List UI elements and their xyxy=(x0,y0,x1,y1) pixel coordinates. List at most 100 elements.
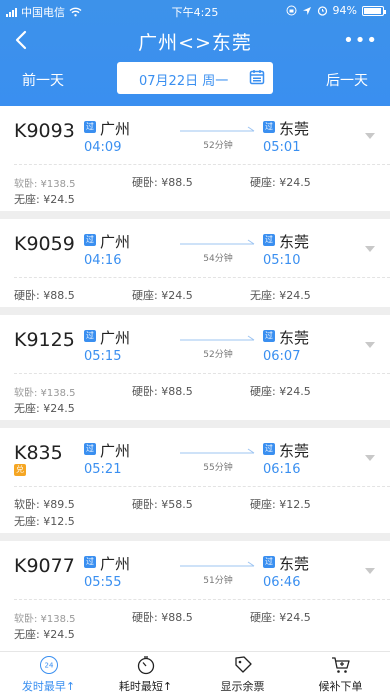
chevron-down-icon[interactable] xyxy=(364,245,376,253)
calendar-icon xyxy=(249,70,265,85)
from-station: 广州 xyxy=(100,233,131,251)
stopwatch-icon xyxy=(137,656,154,675)
next-day-button[interactable]: 后一天 xyxy=(326,70,368,90)
pass-tag: 过 xyxy=(263,443,275,455)
chevron-down-icon[interactable] xyxy=(364,567,376,575)
pass-tag: 过 xyxy=(84,121,96,133)
route-arrow-icon xyxy=(180,448,255,454)
status-bar: 中国电信 下午4:25 94% xyxy=(0,0,390,22)
pass-tag: 过 xyxy=(263,330,275,342)
price-item: 硬座: ¥12.5 xyxy=(250,498,311,511)
train-card[interactable]: K9077 过 广州 05:55 51分钟 过 东莞 06:46 软卧: ¥13… xyxy=(0,541,390,651)
price-item: 硬座: ¥24.5 xyxy=(250,385,311,398)
arrive-time: 05:10 xyxy=(263,253,301,268)
arrive-time: 06:46 xyxy=(263,575,301,590)
to-station: 东莞 xyxy=(279,442,310,460)
train-card[interactable]: K9093 过 广州 04:09 52分钟 过 东莞 05:01 软卧: ¥13… xyxy=(0,106,390,211)
clock-24-icon: 24 xyxy=(39,656,58,674)
route-arrow-icon xyxy=(180,335,255,341)
duration: 52分钟 xyxy=(203,350,233,360)
price-item: 硬卧: ¥58.5 xyxy=(132,498,193,511)
to-station: 东莞 xyxy=(279,233,310,251)
divider xyxy=(14,373,390,374)
train-number: K9077 xyxy=(14,555,75,577)
battery-icon xyxy=(362,5,386,16)
pass-tag: 过 xyxy=(84,234,96,246)
chevron-down-icon[interactable] xyxy=(364,132,376,140)
pass-tag: 过 xyxy=(84,556,96,568)
train-card[interactable]: K835 兑 过 广州 05:21 55分钟 过 东莞 06:16 软卧: ¥8… xyxy=(0,428,390,533)
to-station: 东莞 xyxy=(279,120,310,138)
duration: 52分钟 xyxy=(203,141,233,151)
train-card[interactable]: K9059 过 广州 04:16 54分钟 过 东莞 05:10 硬卧: ¥88… xyxy=(0,219,390,307)
duration: 55分钟 xyxy=(203,463,233,473)
tab-show-remaining[interactable]: 显示余票 xyxy=(194,652,291,694)
page-title: 广州<>东莞 xyxy=(138,32,252,54)
exchange-tag: 兑 xyxy=(14,464,26,476)
to-station: 东莞 xyxy=(279,555,310,573)
more-dots-icon[interactable]: ••• xyxy=(343,30,378,51)
tab-shortest-duration[interactable]: 耗时最短↑ xyxy=(97,652,194,694)
price-item: 硬卧: ¥88.5 xyxy=(14,289,75,302)
from-station: 广州 xyxy=(100,329,131,347)
duration: 51分钟 xyxy=(203,576,233,586)
train-number: K835 xyxy=(14,442,63,464)
lock-rotation-icon xyxy=(286,5,297,16)
chevron-down-icon[interactable] xyxy=(364,341,376,349)
depart-time: 05:15 xyxy=(84,349,122,364)
price-item: 硬座: ¥24.5 xyxy=(250,611,311,624)
depart-time: 05:55 xyxy=(84,575,122,590)
tab-depart-earliest[interactable]: 24 发时最早↑ xyxy=(0,652,97,694)
arrive-time: 05:01 xyxy=(263,140,301,155)
price-item: 硬卧: ¥88.5 xyxy=(132,611,193,624)
clock-24-label: 24 xyxy=(44,662,53,670)
price-item: 无座: ¥24.5 xyxy=(14,628,75,641)
arrive-time: 06:16 xyxy=(263,462,301,477)
pass-tag: 过 xyxy=(263,234,275,246)
from-station: 广州 xyxy=(100,120,131,138)
train-number: K9059 xyxy=(14,233,75,255)
price-item: 软卧: ¥138.5 xyxy=(14,614,76,625)
depart-time: 04:09 xyxy=(84,140,122,155)
price-item: 硬座: ¥24.5 xyxy=(132,289,193,302)
route-arrow-icon xyxy=(180,239,255,245)
from-station: 广州 xyxy=(100,555,131,573)
price-item: 无座: ¥24.5 xyxy=(14,402,75,415)
from-station: 广州 xyxy=(100,442,131,460)
date-picker[interactable]: 07月22日 周一 xyxy=(117,62,273,94)
bottom-tab-bar: 24 发时最早↑ 耗时最短↑ 显示余票 候补下单 xyxy=(0,651,390,694)
prev-day-button[interactable]: 前一天 xyxy=(22,70,64,90)
tab-waitlist-order[interactable]: 候补下单 xyxy=(292,652,389,694)
price-item: 硬卧: ¥88.5 xyxy=(132,176,193,189)
divider xyxy=(14,599,390,600)
location-icon xyxy=(302,6,311,15)
tab-label: 候补下单 xyxy=(318,680,363,693)
pass-tag: 过 xyxy=(263,556,275,568)
train-card[interactable]: K9125 过 广州 05:15 52分钟 过 东莞 06:07 软卧: ¥13… xyxy=(0,315,390,420)
tab-label: 发时最早↑ xyxy=(21,680,76,693)
tab-label: 显示余票 xyxy=(220,680,265,693)
depart-time: 04:16 xyxy=(84,253,122,268)
ticket-tag-icon xyxy=(234,656,252,673)
date-text: 07月22日 周一 xyxy=(139,74,229,89)
chevron-down-icon[interactable] xyxy=(364,454,376,462)
price-item: 软卧: ¥138.5 xyxy=(14,179,76,190)
train-number: K9093 xyxy=(14,120,75,142)
price-item: 无座: ¥24.5 xyxy=(250,289,311,302)
price-item: 软卧: ¥89.5 xyxy=(14,498,75,511)
tab-label: 耗时最短↑ xyxy=(118,680,173,693)
to-station: 东莞 xyxy=(279,329,310,347)
battery-percent: 94% xyxy=(332,4,357,17)
pass-tag: 过 xyxy=(263,121,275,133)
route-arrow-icon xyxy=(180,561,255,567)
route-arrow-icon xyxy=(180,126,255,132)
cart-add-icon xyxy=(331,657,350,673)
pass-tag: 过 xyxy=(84,443,96,455)
price-item: 无座: ¥24.5 xyxy=(14,193,75,206)
nav-bar: 广州<>东莞 ••• xyxy=(0,24,390,60)
price-item: 软卧: ¥138.5 xyxy=(14,388,76,399)
arrive-time: 06:07 xyxy=(263,349,301,364)
divider xyxy=(14,486,390,487)
train-number: K9125 xyxy=(14,329,75,351)
price-item: 无座: ¥12.5 xyxy=(14,515,75,528)
